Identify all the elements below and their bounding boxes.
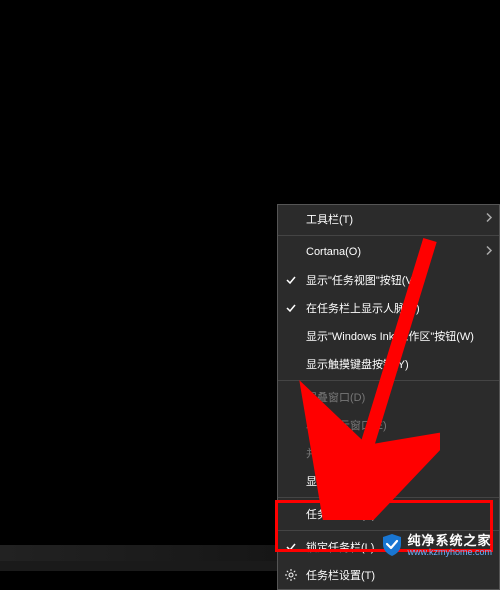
menu-label: 任务栏设置(T) [306, 567, 375, 583]
check-icon [284, 540, 298, 554]
menu-separator [278, 235, 499, 236]
chevron-right-icon [485, 213, 493, 226]
watermark-text: 纯净系统之家 www.kzmyhome.com [407, 534, 492, 557]
watermark-url: www.kzmyhome.com [407, 548, 492, 557]
menu-label: 显示"Windows Ink 工作区"按钮(W) [306, 328, 474, 344]
menu-item-show-people[interactable]: 在任务栏上显示人脉(P) [278, 294, 499, 322]
menu-label: 工具栏(T) [306, 211, 353, 227]
menu-item-stacked: 堆叠显示窗口(E) [278, 411, 499, 439]
menu-label: Cortana(O) [306, 246, 361, 258]
menu-separator [278, 380, 499, 381]
menu-label: 显示"任务视图"按钮(V) [306, 272, 416, 288]
menu-label: 层叠窗口(D) [306, 389, 365, 405]
menu-item-toolbars[interactable]: 工具栏(T) [278, 205, 499, 233]
menu-label: 锁定任务栏(L) [306, 539, 374, 555]
menu-item-show-desktop[interactable]: 显示桌面(S) [278, 467, 499, 495]
menu-item-task-manager[interactable]: 任务管理器(K) [278, 500, 499, 528]
menu-separator [278, 530, 499, 531]
check-icon [284, 273, 298, 287]
watermark-title: 纯净系统之家 [407, 534, 492, 547]
check-icon [284, 301, 298, 315]
menu-label: 显示触摸键盘按钮(Y) [306, 356, 409, 372]
menu-separator [278, 497, 499, 498]
gear-icon [284, 568, 298, 582]
menu-label: 堆叠显示窗口(E) [306, 417, 387, 433]
menu-label: 任务管理器(K) [306, 506, 376, 522]
menu-item-side-by-side: 并排显示窗口(I) [278, 439, 499, 467]
menu-item-show-task-view[interactable]: 显示"任务视图"按钮(V) [278, 266, 499, 294]
shield-icon [381, 533, 403, 557]
menu-item-taskbar-settings[interactable]: 任务栏设置(T) [278, 561, 499, 589]
watermark: 纯净系统之家 www.kzmyhome.com [381, 533, 492, 557]
menu-label: 显示桌面(S) [306, 473, 365, 489]
desktop-area: 工具栏(T) Cortana(O) 显示"任务视图"按钮(V) 在任务栏上显示人… [0, 0, 500, 571]
menu-item-cortana[interactable]: Cortana(O) [278, 238, 499, 266]
menu-item-touch-keyboard[interactable]: 显示触摸键盘按钮(Y) [278, 350, 499, 378]
menu-label: 在任务栏上显示人脉(P) [306, 300, 420, 316]
menu-item-cascade: 层叠窗口(D) [278, 383, 499, 411]
menu-label: 并排显示窗口(I) [306, 445, 382, 461]
menu-item-windows-ink[interactable]: 显示"Windows Ink 工作区"按钮(W) [278, 322, 499, 350]
chevron-right-icon [485, 246, 493, 259]
